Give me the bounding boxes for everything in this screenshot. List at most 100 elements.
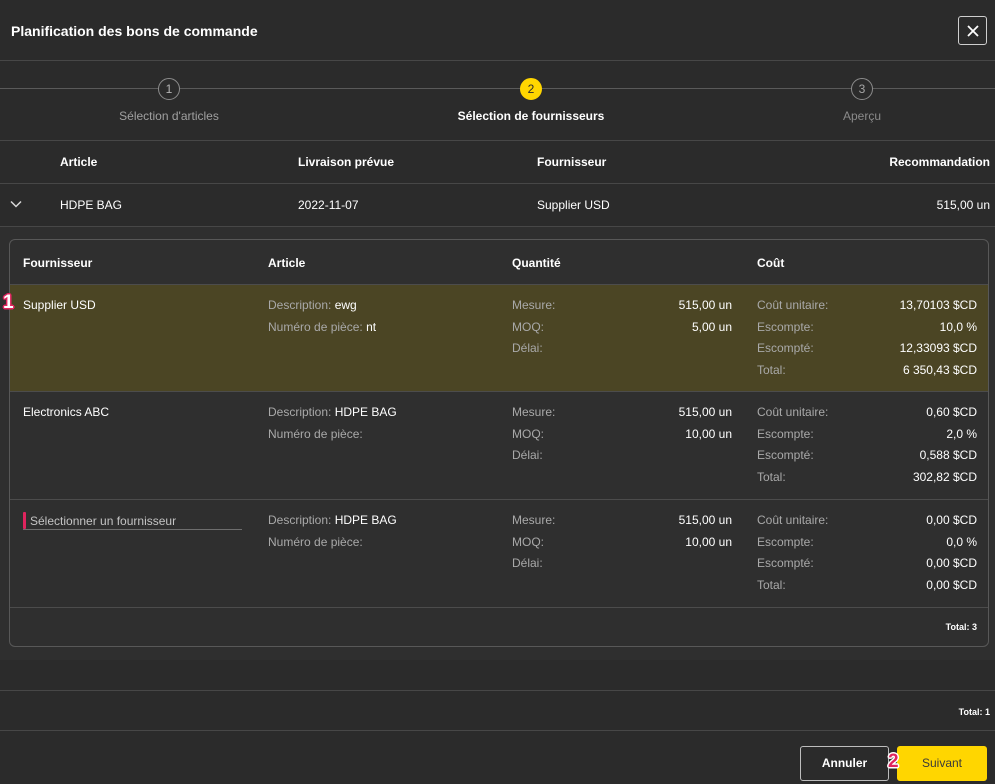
measure-label: Mesure: <box>512 405 556 419</box>
moq-line: MOQ: 5,00 un <box>512 317 732 339</box>
close-button[interactable] <box>958 16 987 45</box>
discount-label: Escompte: <box>757 426 814 441</box>
moq-value: 10,00 un <box>685 534 732 549</box>
part-number-line: Numéro de pièce: nt <box>268 317 498 339</box>
total-value: 6 350,43 $CD <box>902 362 977 377</box>
description-value: ewg <box>334 298 357 312</box>
supplier-name: Electronics ABC <box>23 405 110 419</box>
total-line: Total: 6 350,43 $CD <box>757 360 977 382</box>
step-number: 1 <box>158 78 180 100</box>
measure-line: Mesure: 515,00 un <box>512 402 732 424</box>
unit-cost-line: Coût unitaire: 0,00 $CD <box>757 510 977 532</box>
moq-line: MOQ: 10,00 un <box>512 532 732 554</box>
row-article: HDPE BAG <box>60 198 123 212</box>
supplier-select[interactable] <box>23 512 242 530</box>
discount-label: Escompte: <box>757 319 814 334</box>
step-label: Sélection de fournisseurs <box>457 109 605 123</box>
column-header-supplier: Fournisseur <box>537 155 607 169</box>
chevron-down-icon[interactable] <box>10 200 22 208</box>
supplier-name: Supplier USD <box>23 298 96 312</box>
description-value: HDPE BAG <box>334 513 397 527</box>
step-label: Aperçu <box>842 109 882 123</box>
cost-details: Coût unitaire: 13,70103 $CD Escompte: 10,0… <box>757 295 977 381</box>
discount-line: Escompte: 0,0 % <box>757 532 977 554</box>
step-preview[interactable]: 3 Aperçu <box>742 78 982 126</box>
part-number-line: Numéro de pièce: <box>268 424 498 446</box>
supplier-table-header: Fournisseur Article Quantité Coût <box>10 240 988 284</box>
annotation-marker-1: 1 <box>3 292 14 313</box>
description-value: HDPE BAG <box>334 405 397 419</box>
measure-line: Mesure: 515,00 un <box>512 510 732 532</box>
discount-value: 2,0 % <box>946 426 977 441</box>
column-header-recommendation: Recommandation <box>889 155 990 169</box>
row-expanded-detail: Fournisseur Article Quantité Coût Suppli… <box>0 227 995 660</box>
measure-value: 515,00 un <box>678 405 732 419</box>
unit-cost-label: Coût unitaire: <box>757 298 829 312</box>
unit-cost-label: Coût unitaire: <box>757 405 829 419</box>
discount-label: Escompte: <box>757 534 814 549</box>
discounted-line: Escompté: 12,33093 $CD <box>757 338 977 360</box>
measure-value: 515,00 un <box>678 298 732 312</box>
column-header-article: Article <box>268 256 306 270</box>
row-delivery-date: 2022-11-07 <box>298 198 359 212</box>
discount-value: 10,0 % <box>939 319 977 334</box>
moq-label: MOQ: <box>512 534 544 549</box>
divider <box>0 730 995 731</box>
unit-cost-line: Coût unitaire: 13,70103 $CD <box>757 295 977 317</box>
discounted-label: Escompté: <box>757 448 814 462</box>
supplier-option-row[interactable]: Description: HDPE BAG Numéro de pièce: M… <box>10 499 988 607</box>
lead-time-label: Délai: <box>512 448 543 462</box>
total-value: 302,82 $CD <box>912 469 977 484</box>
description-line: Description: HDPE BAG <box>268 510 498 532</box>
close-icon <box>966 24 979 37</box>
measure-label: Mesure: <box>512 298 556 312</box>
unit-cost-value: 0,00 $CD <box>926 513 977 527</box>
discounted-value: 12,33093 $CD <box>899 341 977 355</box>
row-recommendation: 515,00 un <box>936 198 990 212</box>
description-label: Description: <box>268 298 332 312</box>
supplier-option-row[interactable]: Supplier USD Description: ewg Numéro de … <box>10 284 988 391</box>
step-number: 3 <box>851 78 873 100</box>
discounted-label: Escompté: <box>757 556 814 570</box>
discounted-line: Escompté: 0,00 $CD <box>757 553 977 575</box>
lead-time-label: Délai: <box>512 341 543 355</box>
part-number-line: Numéro de pièce: <box>268 532 498 554</box>
moq-line: MOQ: 10,00 un <box>512 424 732 446</box>
order-line-row[interactable]: HDPE BAG 2022-11-07 Supplier USD 515,00 … <box>0 184 995 226</box>
unit-cost-value: 0,60 $CD <box>926 405 977 419</box>
annotation-marker-2: 2 <box>888 751 899 772</box>
unit-cost-value: 13,70103 $CD <box>899 298 977 312</box>
discounted-value: 0,00 $CD <box>926 556 977 570</box>
supplier-table-footer: Total: 3 <box>10 607 988 646</box>
part-number-value: nt <box>366 319 377 334</box>
quantity-details: Mesure: 515,00 un MOQ: 10,00 un Délai: <box>512 402 732 467</box>
next-button[interactable]: Suivant <box>897 746 987 781</box>
column-header-article: Article <box>60 155 98 169</box>
row-supplier: Supplier USD <box>537 198 610 212</box>
description-line: Description: ewg <box>268 295 498 317</box>
total-label: Total: <box>757 577 786 592</box>
total-label: Total: <box>757 362 786 377</box>
measure-label: Mesure: <box>512 513 556 527</box>
lead-time-line: Délai: <box>512 338 732 360</box>
discounted-value: 0,588 $CD <box>919 448 977 462</box>
moq-value: 10,00 un <box>685 426 732 441</box>
step-supplier-selection[interactable]: 2 Sélection de fournisseurs <box>411 78 651 126</box>
discount-value: 0,0 % <box>946 534 977 549</box>
quantity-details: Mesure: 515,00 un MOQ: 5,00 un Délai: <box>512 295 732 360</box>
supplier-option-row[interactable]: Electronics ABC Description: HDPE BAG Nu… <box>10 391 988 499</box>
part-number-label: Numéro de pièce: <box>268 534 363 549</box>
step-article-selection[interactable]: 1 Sélection d'articles <box>49 78 289 126</box>
moq-value: 5,00 un <box>691 319 732 334</box>
divider <box>0 690 995 691</box>
divider <box>0 60 995 61</box>
cancel-button[interactable]: Annuler <box>800 746 889 781</box>
description-label: Description: <box>268 405 332 419</box>
supplier-select-input[interactable] <box>23 512 242 529</box>
column-header-delivery: Livraison prévue <box>298 155 395 169</box>
total-label: Total: <box>757 469 786 484</box>
lead-time-line: Délai: <box>512 445 732 467</box>
discounted-line: Escompté: 0,588 $CD <box>757 445 977 467</box>
unit-cost-label: Coût unitaire: <box>757 513 829 527</box>
discounted-label: Escompté: <box>757 341 814 355</box>
